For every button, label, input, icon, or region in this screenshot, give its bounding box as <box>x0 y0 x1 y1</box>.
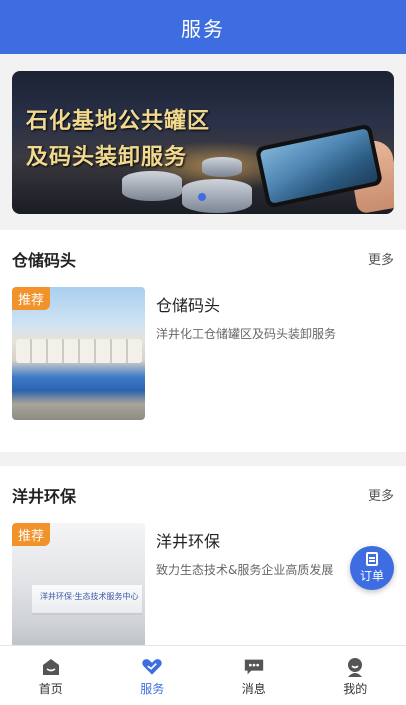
message-icon <box>243 656 265 678</box>
service-card-title: 洋井环保 <box>156 532 221 551</box>
profile-icon <box>344 656 366 678</box>
tab-label: 首页 <box>38 682 63 696</box>
section-title: 仓储码头 <box>12 250 77 270</box>
tank-row-image <box>16 339 142 363</box>
banner-line-2: 及码头装卸服务 <box>26 144 188 170</box>
service-card-desc: 致力生态技术&服务企业高质发展 <box>156 563 334 577</box>
service-card-title: 仓储码头 <box>156 296 221 315</box>
section-warehouse-dock: 仓储码头 更多 推荐 仓储码头 洋井化工仓储罐区及码头装卸服务 <box>0 230 406 452</box>
banner-container: 石化基地公共罐区 及码头装卸服务 <box>0 54 406 230</box>
warehouse-thumbnail: 推荐 <box>12 287 145 420</box>
page-title: 服务 <box>181 16 225 41</box>
service-card-desc: 洋井化工仓储罐区及码头装卸服务 <box>156 327 337 341</box>
app-header: 服务 <box>0 0 406 54</box>
tab-label: 消息 <box>241 682 266 696</box>
home-icon <box>40 656 62 678</box>
tab-label: 服务 <box>140 682 165 696</box>
service-icon <box>141 656 163 678</box>
service-card-body: 洋井环保 致力生态技术&服务企业高质发展 <box>145 523 333 656</box>
tab-profile[interactable]: 我的 <box>305 646 406 705</box>
service-card[interactable]: 推荐 仓储码头 洋井化工仓储罐区及码头装卸服务 <box>12 287 394 420</box>
section-environmental: 洋井环保 更多 洋井环保·生态技术服务中心 推荐 洋井环保 致力生态技术&服务企… <box>0 466 406 656</box>
order-icon <box>366 552 378 566</box>
tab-label: 我的 <box>343 682 368 696</box>
tab-home[interactable]: 首页 <box>0 646 102 705</box>
tab-service[interactable]: 服务 <box>102 646 204 705</box>
service-card[interactable]: 洋井环保·生态技术服务中心 推荐 洋井环保 致力生态技术&服务企业高质发展 <box>12 523 394 656</box>
tab-message[interactable]: 消息 <box>203 646 305 705</box>
office-thumbnail: 洋井环保·生态技术服务中心 推荐 <box>12 523 145 656</box>
recommend-badge: 推荐 <box>12 287 51 310</box>
order-fab-label: 订单 <box>359 569 384 583</box>
more-link[interactable]: 更多 <box>368 485 394 504</box>
service-card-body: 仓储码头 洋井化工仓储罐区及码头装卸服务 <box>145 287 336 420</box>
promo-banner[interactable]: 石化基地公共罐区 及码头装卸服务 <box>12 71 394 214</box>
banner-headline: 石化基地公共罐区 及码头装卸服务 <box>26 103 210 175</box>
banner-tank-image <box>122 171 182 201</box>
recommend-badge: 推荐 <box>12 523 51 546</box>
more-link[interactable]: 更多 <box>368 249 394 268</box>
bottom-tab-bar: 首页 服务 消息 我的 <box>0 645 406 705</box>
order-fab-button[interactable]: 订单 <box>350 546 394 590</box>
carousel-indicator-dot[interactable] <box>198 193 206 201</box>
wall-sign-text: 洋井环保·生态技术服务中心 <box>40 592 139 601</box>
banner-tank-image <box>182 179 252 213</box>
section-header: 仓储码头 更多 <box>12 230 394 287</box>
section-header: 洋井环保 更多 <box>12 466 394 523</box>
banner-line-1: 石化基地公共罐区 <box>26 108 211 134</box>
section-title: 洋井环保 <box>12 486 77 506</box>
